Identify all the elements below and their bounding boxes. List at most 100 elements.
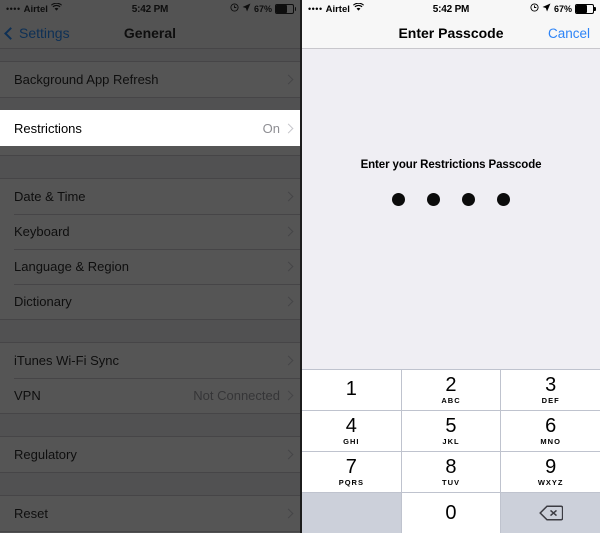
passcode-dot <box>497 193 510 206</box>
key-letters: PQRS <box>338 478 364 488</box>
list-item-vpn[interactable]: VPN Not Connected <box>0 378 300 413</box>
keypad-key-8[interactable]: 8 TUV <box>401 452 501 492</box>
list-gap <box>0 156 300 178</box>
settings-group-4: iTunes Wi-Fi Sync VPN Not Connected <box>0 342 300 414</box>
keypad-key-7[interactable]: 7 PQRS <box>302 452 401 492</box>
back-button-settings[interactable]: Settings <box>0 25 70 41</box>
backspace-delete-icon <box>538 505 564 521</box>
keypad-key-0[interactable]: 0 <box>401 493 501 533</box>
passcode-prompt: Enter your Restrictions Passcode <box>360 159 542 171</box>
key-number: 4 <box>345 415 357 438</box>
row-label: VPN <box>14 388 41 403</box>
right-nav-bar: Enter Passcode Cancel <box>302 18 600 49</box>
numeric-keypad: 1 2 ABC 3 DEF 4 GHI 5 JKL 6 MNO 7 PQRS 8… <box>302 369 600 533</box>
keypad-key-2[interactable]: 2 ABC <box>401 370 501 410</box>
key-number: 6 <box>545 415 557 438</box>
chevron-right-icon <box>283 226 294 237</box>
back-button-label: Settings <box>19 25 70 41</box>
row-label: Language & Region <box>14 259 129 274</box>
list-item-keyboard[interactable]: Keyboard <box>0 214 300 249</box>
cancel-button[interactable]: Cancel <box>548 26 600 41</box>
keypad-key-6[interactable]: 6 MNO <box>501 411 600 451</box>
keypad-key-blank <box>302 493 401 533</box>
carrier-label: Airtel <box>325 3 350 15</box>
status-bar-left: •••• Airtel <box>6 2 102 15</box>
list-gap <box>0 473 300 495</box>
chevron-left-icon <box>4 26 17 40</box>
status-bar-left: •••• Airtel <box>308 2 403 15</box>
settings-group-1: Background App Refresh <box>0 61 300 98</box>
signal-dots-icon: •••• <box>308 4 323 14</box>
battery-icon <box>574 4 596 14</box>
signal-dots-icon: •••• <box>6 4 21 14</box>
keypad-key-delete[interactable] <box>501 493 600 533</box>
keypad-key-9[interactable]: 9 WXYZ <box>501 452 600 492</box>
settings-group-5: Regulatory <box>0 436 300 473</box>
key-letters: DEF <box>541 396 560 406</box>
wifi-icon <box>50 2 62 15</box>
key-number: 2 <box>445 374 457 397</box>
chevron-right-icon <box>283 123 294 133</box>
key-number: 7 <box>345 456 357 479</box>
row-label: Reset <box>14 506 48 521</box>
key-letters: GHI <box>343 437 360 447</box>
row-label: Date & Time <box>14 189 86 204</box>
carrier-label: Airtel <box>23 3 48 15</box>
list-gap <box>0 49 300 61</box>
row-label: iTunes Wi-Fi Sync <box>14 353 119 368</box>
left-status-bar: •••• Airtel 5:42 PM 67% <box>0 0 300 18</box>
row-value: Not Connected <box>193 388 280 403</box>
battery-percent-label: 67% <box>553 4 572 14</box>
status-bar-time: 5:42 PM <box>131 3 169 15</box>
row-label: Dictionary <box>14 294 72 309</box>
keypad-key-4[interactable]: 4 GHI <box>302 411 401 451</box>
list-item-date-time[interactable]: Date & Time <box>0 179 300 214</box>
left-nav-bar: Settings General <box>0 18 300 49</box>
key-letters: TUV <box>441 478 460 488</box>
chevron-right-icon <box>283 261 294 272</box>
list-item-itunes-wifi-sync[interactable]: iTunes Wi-Fi Sync <box>0 343 300 378</box>
battery-icon <box>275 4 296 14</box>
settings-group-3: Date & Time Keyboard Language & Region D… <box>0 178 300 320</box>
key-number: 3 <box>545 374 557 397</box>
chevron-right-icon <box>283 355 294 366</box>
keypad-key-3[interactable]: 3 DEF <box>501 370 600 410</box>
key-number: 9 <box>545 456 557 479</box>
status-bar-right: 67% <box>198 3 296 15</box>
passcode-dot <box>462 193 475 206</box>
chevron-right-icon <box>283 296 294 307</box>
keypad-key-1[interactable]: 1 <box>302 370 401 410</box>
key-letters: WXYZ <box>537 478 564 488</box>
highlighted-list-item-restrictions[interactable]: Restrictions On <box>0 110 300 146</box>
chevron-right-icon <box>283 390 294 401</box>
chevron-right-icon <box>283 191 294 202</box>
list-item-language-region[interactable]: Language & Region <box>0 249 300 284</box>
list-item-regulatory[interactable]: Regulatory <box>0 437 300 472</box>
passcode-entry-area: Enter your Restrictions Passcode <box>302 49 600 369</box>
passcode-dot <box>427 193 440 206</box>
key-number: 5 <box>445 415 457 438</box>
dual-screenshot-container: •••• Airtel 5:42 PM 67% Settings General… <box>0 0 600 533</box>
list-item-reset[interactable]: Reset <box>0 496 300 531</box>
list-item-background-app-refresh[interactable]: Background App Refresh <box>0 62 300 97</box>
chevron-right-icon <box>283 74 294 85</box>
key-letters: ABC <box>441 396 461 406</box>
location-arrow-icon <box>542 3 551 15</box>
list-gap <box>0 320 300 342</box>
key-number: 1 <box>345 378 357 400</box>
status-bar-right: 67% <box>499 3 596 15</box>
row-value: On <box>262 120 280 136</box>
key-number: 0 <box>445 502 457 524</box>
status-bar-time: 5:42 PM <box>432 3 470 15</box>
right-phone-passcode-screen: •••• Airtel 5:42 PM 67% Enter Passcode C… <box>300 0 600 533</box>
wifi-icon <box>352 2 364 15</box>
passcode-dot <box>392 193 405 206</box>
battery-percent-label: 67% <box>253 4 272 14</box>
location-arrow-icon <box>242 3 251 15</box>
key-number: 8 <box>445 456 457 479</box>
alarm-icon <box>230 3 239 15</box>
passcode-dots <box>392 193 510 206</box>
list-gap <box>0 414 300 436</box>
keypad-key-5[interactable]: 5 JKL <box>401 411 501 451</box>
list-item-dictionary[interactable]: Dictionary <box>0 284 300 319</box>
